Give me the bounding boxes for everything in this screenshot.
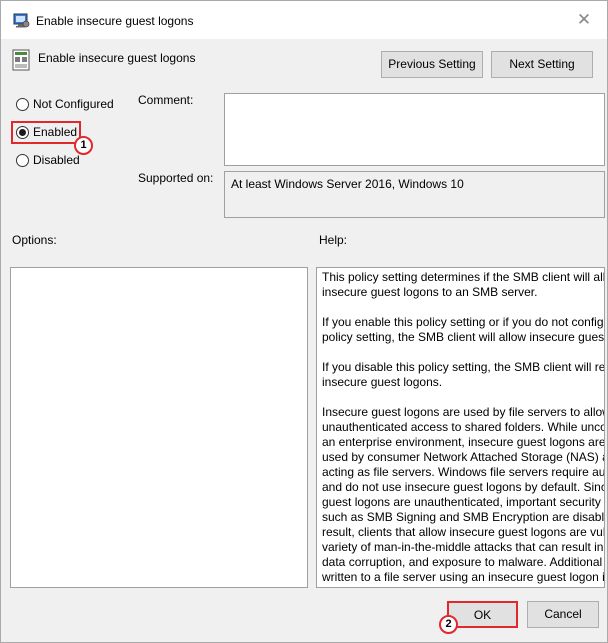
step-2-callout: 2 bbox=[439, 615, 458, 634]
help-line: such as SMB Signing and SMB Encryption a… bbox=[322, 510, 605, 524]
cancel-button[interactable]: Cancel bbox=[527, 601, 599, 628]
radio-circle[interactable] bbox=[16, 97, 29, 111]
comment-textarea[interactable] bbox=[224, 93, 605, 166]
help-line: policy setting, the SMB client will allo… bbox=[322, 330, 605, 344]
enabled-highlight bbox=[11, 121, 81, 144]
help-line: guest logons are unauthenticated, import… bbox=[322, 495, 601, 509]
help-line: This policy setting determines if the SM… bbox=[322, 270, 605, 284]
radio-label: Not Configured bbox=[33, 97, 114, 111]
radio-not-configured[interactable]: Not Configured bbox=[16, 97, 114, 111]
step-1-callout: 1 bbox=[74, 136, 93, 155]
help-line: If you disable this policy setting, the … bbox=[322, 360, 605, 374]
help-line: an enterprise environment, insecure gues… bbox=[322, 435, 605, 449]
options-panel bbox=[10, 267, 308, 588]
radio-disabled[interactable]: Disabled bbox=[16, 153, 80, 167]
radio-label: Disabled bbox=[33, 153, 80, 167]
options-label: Options: bbox=[12, 233, 57, 247]
help-text: This policy setting determines if the SM… bbox=[322, 270, 605, 587]
policy-setting-icon bbox=[12, 49, 30, 71]
help-line: insecure guest logons to an SMB server. bbox=[322, 285, 538, 299]
help-line: and do not use insecure guest logons by … bbox=[322, 480, 605, 494]
help-line: If you enable this policy setting or if … bbox=[322, 315, 604, 329]
comment-label: Comment: bbox=[138, 93, 194, 107]
close-button[interactable]: ✕ bbox=[569, 7, 599, 33]
help-line: used by consumer Network Attached Storag… bbox=[322, 450, 605, 464]
help-paragraph: This policy setting determines if the SM… bbox=[322, 270, 605, 300]
supported-on-label: Supported on: bbox=[138, 171, 214, 185]
help-panel[interactable]: This policy setting determines if the SM… bbox=[316, 267, 605, 588]
next-setting-button[interactable]: Next Setting bbox=[491, 51, 593, 78]
policy-name: Enable insecure guest logons bbox=[38, 51, 196, 65]
help-label: Help: bbox=[319, 233, 348, 247]
title-bar: Enable insecure guest logons ✕ bbox=[1, 1, 607, 39]
policy-dialog: Enable insecure guest logons ✕ Enable in… bbox=[0, 0, 608, 643]
help-paragraph: Insecure guest logons are used by file s… bbox=[322, 405, 605, 585]
window-title: Enable insecure guest logons bbox=[36, 14, 194, 28]
help-line: acting as file servers. Windows file ser… bbox=[322, 465, 605, 479]
help-line: variety of man-in-the-middle attacks tha… bbox=[322, 540, 604, 554]
help-line: unauthenticated access to shared folders… bbox=[322, 420, 605, 434]
help-line: data corruption, and exposure to malware… bbox=[322, 555, 603, 569]
help-line: Insecure guest logons are used by file s… bbox=[322, 405, 605, 419]
help-paragraph: If you enable this policy setting or if … bbox=[322, 315, 605, 345]
help-line: result, clients that allow insecure gues… bbox=[322, 525, 605, 539]
previous-setting-button[interactable]: Previous Setting bbox=[381, 51, 483, 78]
supported-on-value: At least Windows Server 2016, Windows 10 bbox=[231, 177, 464, 191]
help-line: insecure guest logons. bbox=[322, 375, 443, 389]
help-line: written to a file server using an insecu… bbox=[322, 570, 605, 584]
supported-on-field: At least Windows Server 2016, Windows 10 bbox=[224, 171, 605, 218]
policy-app-icon bbox=[13, 13, 30, 28]
radio-circle[interactable] bbox=[16, 153, 29, 167]
help-paragraph: If you disable this policy setting, the … bbox=[322, 360, 605, 390]
